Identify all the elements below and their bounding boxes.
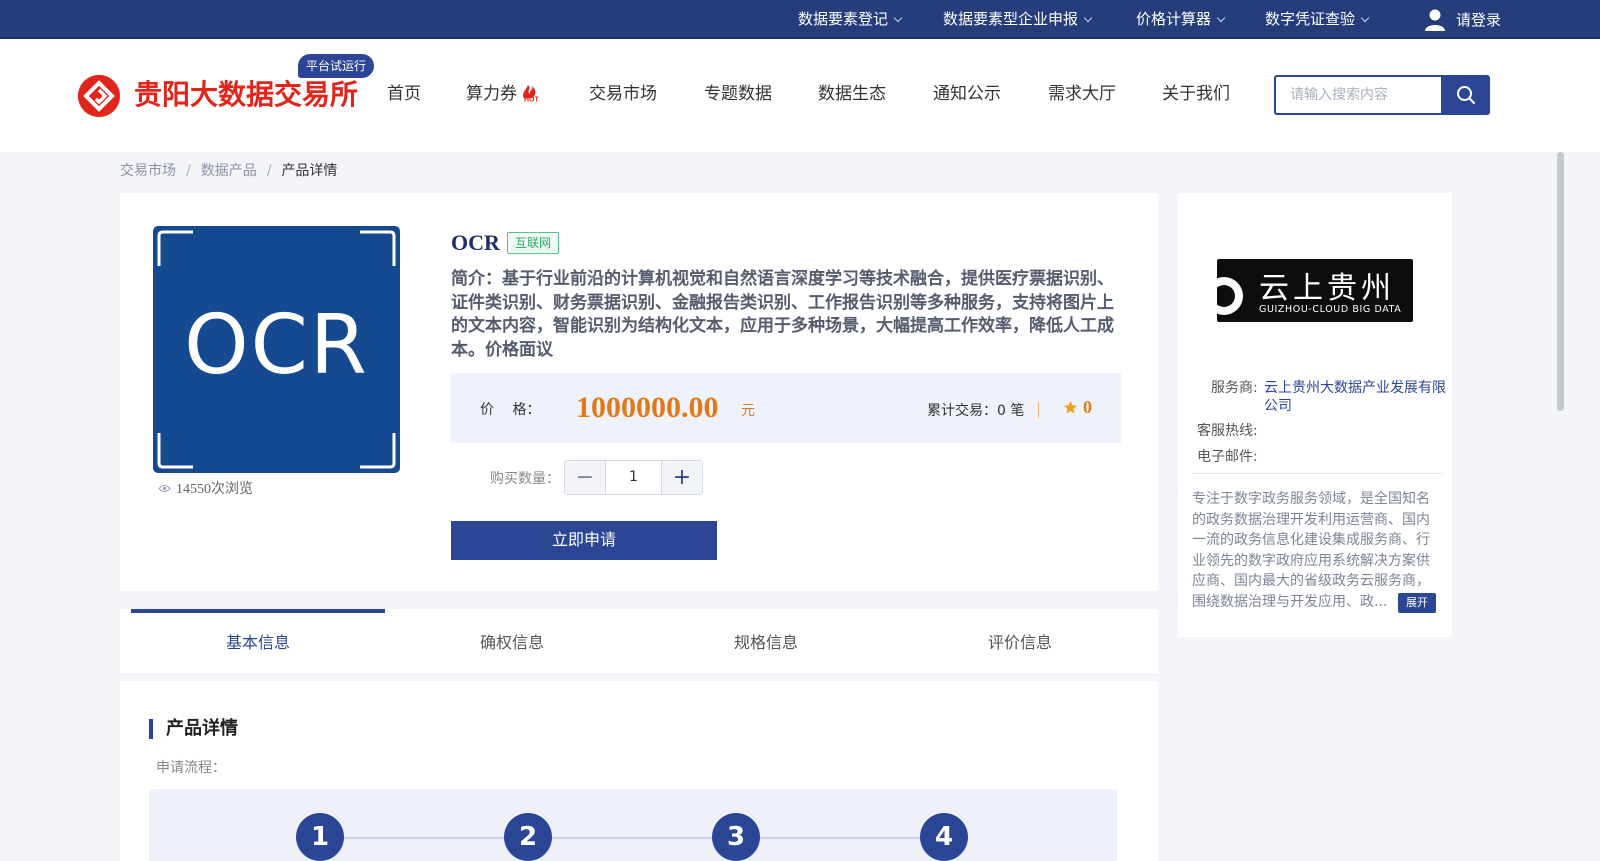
nav-topic-data[interactable]: 专题数据 xyxy=(704,79,772,109)
product-image: OCR xyxy=(153,226,400,473)
chevron-down-icon xyxy=(1216,13,1226,23)
nav-notices[interactable]: 通知公示 xyxy=(933,79,1001,109)
nav-ecosystem[interactable]: 数据生态 xyxy=(818,79,886,109)
quantity-decrease-button[interactable]: − xyxy=(565,461,605,494)
divider xyxy=(1192,473,1443,474)
breadcrumb-current: 产品详情 xyxy=(281,163,338,179)
apply-button[interactable]: 立即申请 xyxy=(451,521,717,560)
view-count: 14550次浏览 xyxy=(158,478,253,498)
star-icon xyxy=(1063,400,1078,414)
divider xyxy=(1038,402,1039,418)
provider-name[interactable]: 云上贵州大数据产业发展有限 公司 xyxy=(1264,379,1446,415)
breadcrumb: 交易市场 / 数据产品 / 产品详情 xyxy=(120,163,338,179)
flow-step-4: 4 xyxy=(920,813,968,861)
site-logo-icon[interactable] xyxy=(78,75,120,117)
chevron-down-icon xyxy=(893,13,903,23)
vendor-logo-text: 云上贵州 xyxy=(1259,271,1395,306)
nav-market[interactable]: 交易市场 xyxy=(589,79,657,109)
search-box xyxy=(1274,75,1490,115)
nav-about[interactable]: 关于我们 xyxy=(1162,79,1230,109)
quantity-input[interactable]: 1 xyxy=(605,461,662,494)
vendor-logo-subtext: GUIZHOU-CLOUD BIG DATA xyxy=(1259,304,1402,315)
flow-step-1: 1 xyxy=(296,813,344,861)
product-image-text: OCR xyxy=(184,298,369,393)
provider-label: 服务商: xyxy=(1211,380,1258,396)
site-name[interactable]: 贵阳大数据交易所 xyxy=(134,75,358,115)
tab-basic-info[interactable]: 基本信息 xyxy=(131,609,385,673)
scrollbar-thumb[interactable] xyxy=(1557,152,1564,411)
quantity-label: 购买数量： xyxy=(490,471,560,487)
product-name: OCR xyxy=(451,230,500,255)
plus-icon: + xyxy=(672,465,692,490)
flow-step-2: 2 xyxy=(504,813,552,861)
quantity-stepper: − 1 + xyxy=(564,460,703,495)
nav-demand-hall[interactable]: 需求大厅 xyxy=(1048,79,1116,109)
tab-review-info[interactable]: 评价信息 xyxy=(893,609,1147,673)
svg-text:HOT: HOT xyxy=(524,97,540,103)
minus-icon: − xyxy=(575,465,595,490)
detail-tabs: 基本信息 确权信息 规格信息 评价信息 xyxy=(120,609,1158,673)
expand-button[interactable]: 展开 xyxy=(1398,593,1436,613)
application-flow: 1 2 3 4 xyxy=(149,789,1117,861)
email-row: 电子邮件: xyxy=(1197,449,1258,465)
price-unit: 元 xyxy=(741,403,755,419)
topbar-item-enterprise-application[interactable]: 数据要素型企业申报 xyxy=(943,0,1093,39)
industry-tag: 互联网 xyxy=(507,232,560,254)
product-detail-section: 产品详情 申请流程： 1 2 3 4 xyxy=(120,681,1158,861)
user-icon xyxy=(1425,9,1445,31)
flow-connector xyxy=(344,837,504,839)
hot-icon: HOT xyxy=(523,85,540,103)
product-description: 简介：基于行业前沿的计算机视觉和自然语言深度学习等技术融合，提供医疗票据识别、证… xyxy=(451,269,1114,360)
provider-row: 服务商: xyxy=(1211,379,1258,397)
vendor-logo: 云上贵州 GUIZHOU-CLOUD BIG DATA xyxy=(1217,259,1413,322)
site-header: 贵阳大数据交易所 平台试运行 首页 算力券 HOT 交易市场 专题数据 数据生态 … xyxy=(0,39,1600,152)
vendor-card: 云上贵州 GUIZHOU-CLOUD BIG DATA 服务商: 云上贵州大数据… xyxy=(1178,193,1452,637)
nav-compute-voucher[interactable]: 算力券 HOT xyxy=(466,79,544,109)
top-utility-bar: 数据要素登记 数据要素型企业申报 价格计算器 数字凭证查验 请登录 xyxy=(0,0,1600,39)
eye-icon xyxy=(158,484,171,492)
hotline-row: 客服热线: xyxy=(1197,423,1258,439)
price-label: 价 格： xyxy=(480,402,541,418)
topbar-item-price-calculator[interactable]: 价格计算器 xyxy=(1136,0,1226,39)
topbar-item-data-registration[interactable]: 数据要素登记 xyxy=(798,0,903,39)
rating: 0 xyxy=(1063,397,1092,418)
trial-badge: 平台试运行 xyxy=(298,54,375,78)
quantity-increase-button[interactable]: + xyxy=(662,461,702,494)
login-link[interactable]: 请登录 xyxy=(1424,0,1501,39)
price-box: 价 格： 1000000.00 元 累计交易：0 笔 0 xyxy=(451,373,1121,443)
price-value: 1000000.00 xyxy=(576,391,719,424)
chevron-down-icon xyxy=(1083,13,1093,23)
flow-step-3: 3 xyxy=(712,813,760,861)
topbar-item-voucher-check[interactable]: 数字凭证查验 xyxy=(1265,0,1370,39)
deal-count: 累计交易：0 笔 xyxy=(927,403,1025,419)
search-button[interactable] xyxy=(1441,75,1490,115)
section-title: 产品详情 xyxy=(149,719,238,739)
product-card: OCR 14550次浏览 OCR 互联网 简介：基于行业前沿的计算机视觉和自然语… xyxy=(120,193,1158,591)
breadcrumb-data-products[interactable]: 数据产品 xyxy=(201,163,257,179)
vendor-logo-mark xyxy=(1217,277,1243,315)
search-input[interactable] xyxy=(1274,75,1442,115)
tab-spec-info[interactable]: 规格信息 xyxy=(639,609,893,673)
flow-connector xyxy=(552,837,712,839)
search-icon xyxy=(1456,86,1475,104)
chevron-down-icon xyxy=(1360,13,1370,23)
tab-ownership-info[interactable]: 确权信息 xyxy=(385,609,639,673)
breadcrumb-market[interactable]: 交易市场 xyxy=(120,163,176,179)
flow-label: 申请流程： xyxy=(156,760,226,776)
nav-home[interactable]: 首页 xyxy=(387,79,421,109)
flow-connector xyxy=(760,837,920,839)
